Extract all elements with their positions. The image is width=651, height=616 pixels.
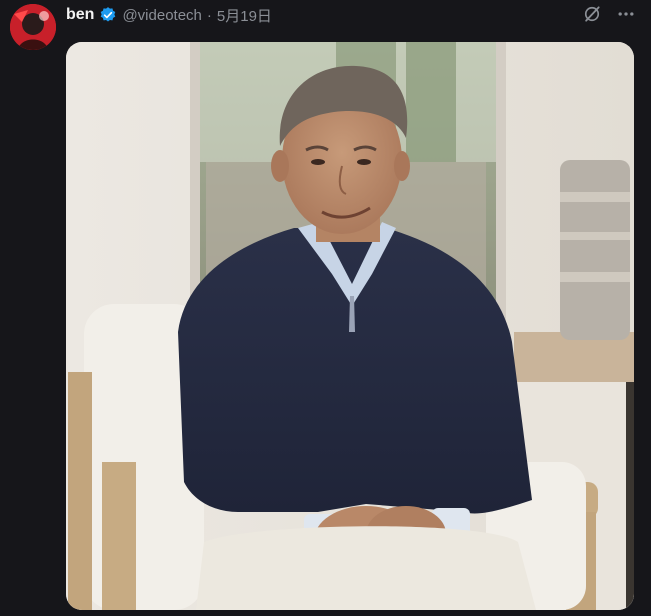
- post-actions: [581, 3, 637, 25]
- post-header: ben @videotech · 5月19日: [66, 4, 272, 26]
- separator-dot: ·: [206, 6, 212, 24]
- author-handle[interactable]: @videotech: [122, 7, 201, 24]
- verified-badge-icon: [99, 6, 117, 24]
- post-media-photo[interactable]: [66, 42, 634, 610]
- author-avatar[interactable]: [10, 4, 56, 50]
- author-display-name[interactable]: ben: [66, 6, 94, 24]
- media-image: [66, 42, 634, 610]
- grok-icon[interactable]: [581, 3, 603, 25]
- avatar-image: [10, 4, 56, 50]
- post-card: ben @videotech · 5月19日: [0, 0, 651, 616]
- more-icon[interactable]: [615, 3, 637, 25]
- post-timestamp[interactable]: 5月19日: [217, 5, 272, 26]
